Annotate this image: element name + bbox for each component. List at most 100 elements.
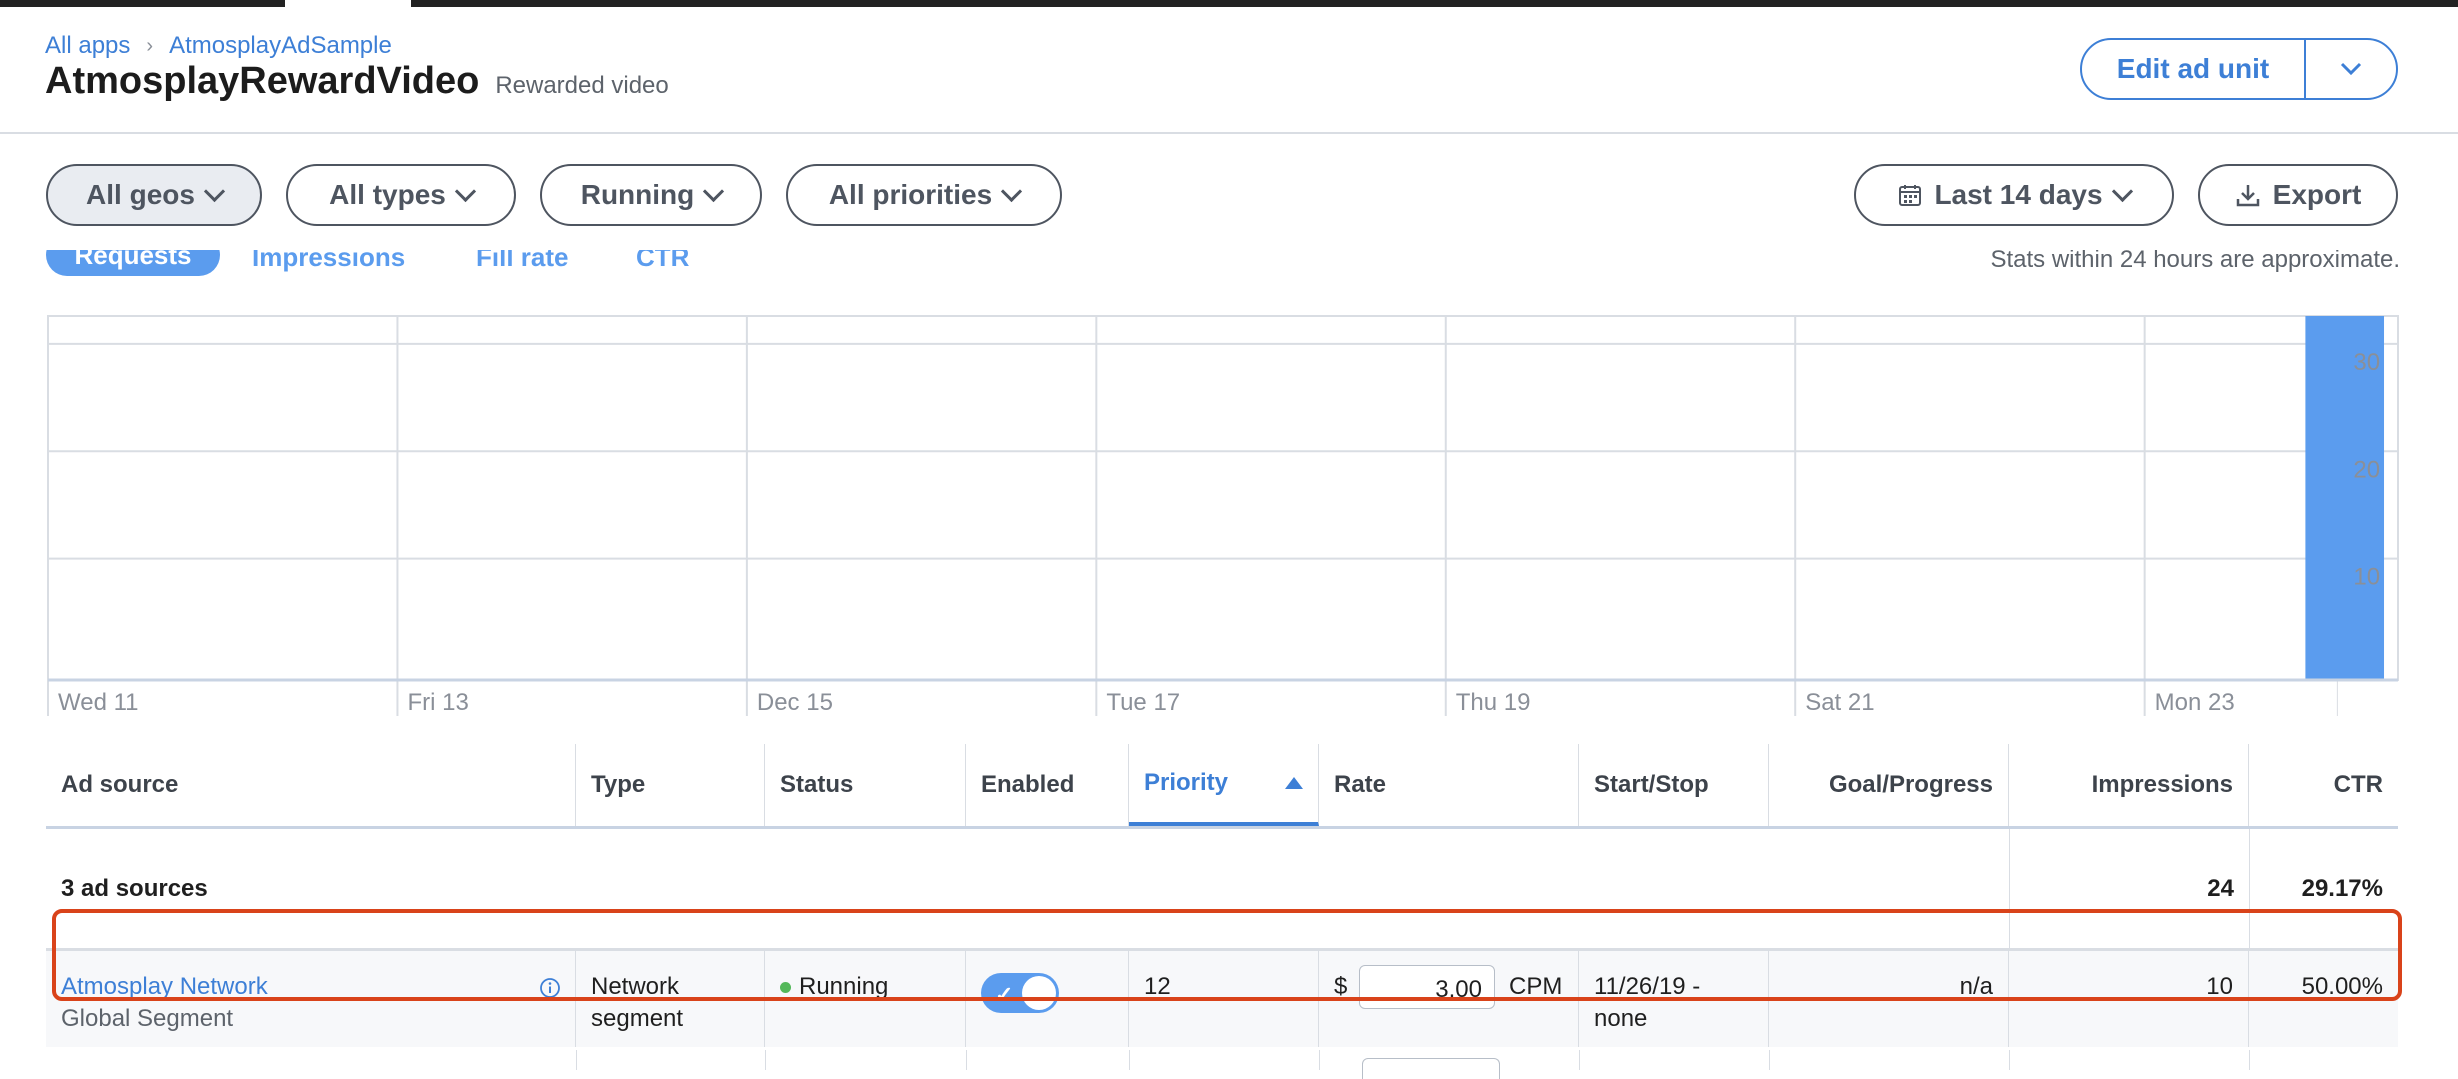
metric-tabs: Requests Impressions Fill rate CTR Stats… — [0, 250, 2458, 282]
column-divider — [1579, 1050, 1580, 1070]
column-divider — [2249, 1050, 2250, 1070]
column-divider — [765, 1050, 766, 1070]
breadcrumb-separator-icon: › — [146, 34, 154, 57]
chevron-down-icon — [1001, 180, 1023, 202]
status-filter-dropdown[interactable]: Running — [540, 164, 762, 226]
chart-x-tick-label: Fri 13 — [407, 689, 468, 716]
rate-unit: CPM — [1509, 973, 1563, 1000]
column-divider — [1319, 1050, 1320, 1070]
status-filter-label: Running — [580, 179, 695, 210]
rate-input-partial[interactable] — [1362, 1058, 1500, 1079]
status-text: Running — [799, 973, 889, 1000]
chart-x-tick-label: Sat 21 — [1805, 689, 1874, 716]
export-label: Export — [2272, 179, 2362, 210]
sort-ascending-icon — [1285, 777, 1303, 789]
column-header-ctr[interactable]: CTR — [2249, 744, 2398, 826]
requests-chart: 30 20 10 Wed 11 Fri 13 Dec 15 Tue 17 Thu 19 Sat … — [47, 315, 2399, 716]
edit-ad-unit-group: Edit ad unit — [2080, 38, 2398, 100]
download-icon — [2236, 185, 2259, 207]
column-header-status[interactable]: Status — [765, 744, 966, 826]
stop-date: none — [1594, 1005, 1648, 1032]
active-tab-indicator — [285, 0, 411, 7]
chevron-down-icon — [2111, 180, 2133, 202]
breadcrumb-app[interactable]: AtmosplayAdSample — [169, 32, 392, 60]
column-header-start-stop[interactable]: Start/Stop — [1579, 744, 1769, 826]
tab-fill-rate[interactable]: Fill rate — [476, 250, 568, 273]
summary-row: 3 ad sources 24 29.17% — [46, 829, 2398, 951]
page-title: AtmosplayRewardVideo — [45, 60, 480, 102]
geo-filter-dropdown[interactable]: All geos — [46, 164, 262, 226]
summary-impressions: 24 — [2207, 874, 2234, 902]
tab-requests[interactable]: Requests — [46, 250, 220, 276]
calendar-icon — [1899, 185, 1922, 206]
chart-y-tick-label: 10 — [2353, 564, 2380, 591]
ad-source-cell: Atmosplay Network Global Segment — [46, 951, 576, 1047]
column-divider — [966, 1050, 967, 1070]
rate-input[interactable]: 3.00 — [1359, 965, 1495, 1009]
type-cell: Network segment — [576, 951, 765, 1047]
start-date: 11/26/19 - — [1594, 973, 1701, 1000]
breadcrumb-all-apps[interactable]: All apps — [45, 32, 130, 60]
type-filter-dropdown[interactable]: All types — [286, 164, 516, 226]
page-header: AtmosplayRewardVideo Rewarded video — [45, 60, 669, 103]
chart-x-tick-label: Dec 15 — [757, 689, 833, 716]
type-line-1: Network — [591, 973, 680, 1000]
column-header-ad-source[interactable]: Ad source — [46, 744, 576, 826]
chart-x-tick-label: Mon 23 — [2155, 689, 2235, 716]
header-divider — [0, 132, 2458, 134]
type-filter-label: All types — [329, 179, 446, 210]
status-cell: Running — [765, 951, 966, 1047]
priority-filter-dropdown[interactable]: All priorities — [786, 164, 1062, 226]
table-row-partial — [46, 1050, 2398, 1079]
table-header: Ad source Type Status Enabled Priority R… — [46, 744, 2398, 829]
rate-cell: $ 3.00 CPM — [1319, 951, 1579, 1047]
toggle-knob — [1022, 976, 1056, 1010]
export-button[interactable]: Export — [2198, 164, 2398, 226]
page-subtitle: Rewarded video — [495, 72, 669, 99]
chevron-down-icon — [703, 180, 725, 202]
priority-cell: 12 — [1129, 951, 1319, 1047]
table-row[interactable]: Atmosplay Network Global Segment Network… — [46, 951, 2398, 1047]
chart-plot-border — [47, 315, 2399, 681]
edit-ad-unit-button[interactable]: Edit ad unit — [2082, 40, 2306, 98]
summary-label: 3 ad sources — [61, 874, 208, 902]
chevron-down-icon — [203, 180, 226, 202]
ctr-cell: 50.00% — [2301, 973, 2383, 1000]
browser-top-bar — [0, 0, 2458, 7]
column-header-enabled[interactable]: Enabled — [966, 744, 1129, 826]
goal-progress-cell: n/a — [1769, 951, 2009, 1047]
column-divider — [1769, 1050, 1770, 1070]
column-header-priority-label: Priority — [1144, 769, 1229, 796]
info-icon[interactable] — [539, 977, 561, 999]
chart-x-tick-label: Wed 11 — [58, 689, 139, 716]
chevron-down-icon — [2340, 62, 2362, 76]
type-line-2: segment — [591, 1005, 684, 1032]
ad-source-segment: Global Segment — [61, 1005, 234, 1032]
column-header-rate[interactable]: Rate — [1319, 744, 1579, 826]
summary-ctr: 29.17% — [2301, 874, 2383, 902]
edit-menu-dropdown-button[interactable] — [2306, 40, 2396, 98]
ad-source-link[interactable]: Atmosplay Network — [61, 971, 560, 1003]
date-range-dropdown[interactable]: Last 14 days — [1854, 164, 2174, 226]
rate-currency: $ — [1334, 973, 1348, 1000]
check-icon: ✓ — [995, 982, 1014, 1007]
enabled-cell: ✓ — [966, 951, 1129, 1047]
status-dot-icon — [780, 982, 791, 994]
stats-note: Stats within 24 hours are approximate. — [1990, 250, 2400, 273]
column-header-goal-progress[interactable]: Goal/Progress — [1769, 744, 2009, 826]
impressions-cell: 10 — [2009, 951, 2249, 1047]
chart-x-tick-label: Tue 17 — [1106, 689, 1180, 716]
column-header-type[interactable]: Type — [576, 744, 765, 826]
ad-sources-table: Ad source Type Status Enabled Priority R… — [46, 744, 2398, 1079]
tab-impressions[interactable]: Impressions — [252, 250, 405, 273]
column-divider — [1129, 1050, 1130, 1070]
column-header-priority[interactable]: Priority — [1129, 744, 1319, 826]
tab-ctr[interactable]: CTR — [636, 250, 689, 273]
chart-y-tick-label: 20 — [2353, 456, 2380, 483]
column-header-impressions[interactable]: Impressions — [2009, 744, 2249, 826]
column-divider — [576, 1050, 577, 1070]
priority-filter-label: All priorities — [828, 179, 993, 210]
enabled-toggle[interactable]: ✓ — [981, 973, 1059, 1013]
chart-x-tick-label: Thu 19 — [1456, 689, 1531, 716]
geo-filter-label: All geos — [86, 179, 195, 210]
